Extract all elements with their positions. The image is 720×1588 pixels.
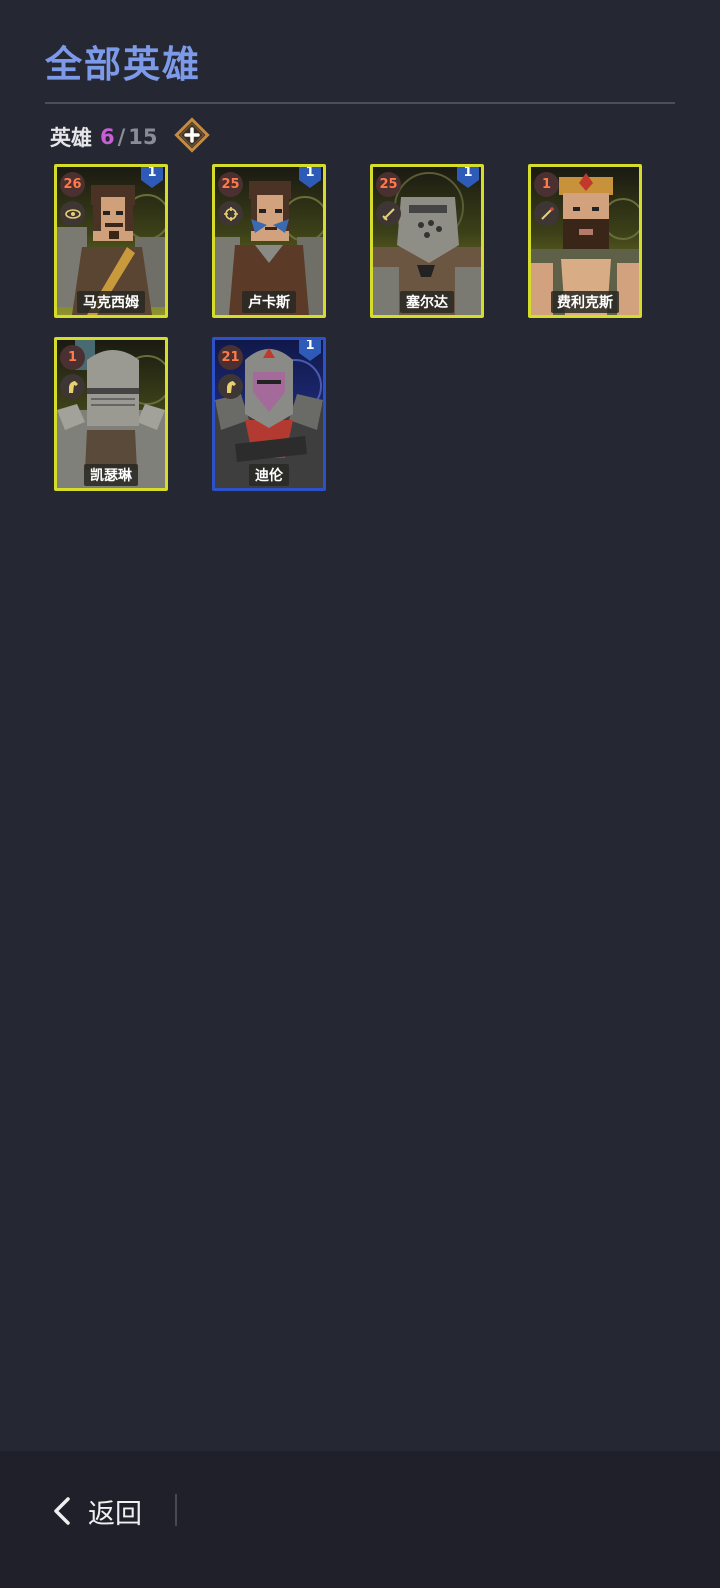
crosshair-icon <box>218 201 243 226</box>
hero-name: 费利克斯 <box>551 291 619 313</box>
sword-icon <box>376 201 401 226</box>
hero-card-lucas[interactable]: 25 1 卢卡斯 <box>212 164 326 318</box>
page-title: 全部英雄 <box>45 43 201 86</box>
horse-icon <box>60 374 85 399</box>
rank-badge: 1 <box>139 167 165 190</box>
rank-badge: 1 <box>297 340 323 363</box>
hero-level-badge: 25 <box>376 172 401 197</box>
hero-level-badge: 1 <box>60 345 85 370</box>
horse-icon <box>218 374 243 399</box>
hero-level-badge: 21 <box>218 345 243 370</box>
rank-badge: 1 <box>297 167 323 190</box>
back-label: 返回 <box>88 1498 142 1530</box>
add-hero-slot-button[interactable] <box>174 117 210 153</box>
hero-card-zelda[interactable]: 25 1 塞尔达 <box>370 164 484 318</box>
hero-name: 凯瑟琳 <box>84 464 138 486</box>
hero-name: 塞尔达 <box>400 291 454 313</box>
hero-level-badge: 1 <box>534 172 559 197</box>
header-divider <box>45 102 675 104</box>
hero-level-badge: 26 <box>60 172 85 197</box>
hero-card-dylan[interactable]: 21 1 迪伦 <box>212 337 326 491</box>
hero-name: 马克西姆 <box>77 291 145 313</box>
hero-level-badge: 25 <box>218 172 243 197</box>
eye-icon <box>60 201 85 226</box>
hero-card-felix[interactable]: 1 费利克斯 <box>528 164 642 318</box>
hero-card-maxim[interactable]: 26 1 马克西姆 <box>54 164 168 318</box>
staff-icon <box>534 201 559 226</box>
hero-name: 迪伦 <box>249 464 289 486</box>
chevron-left-icon <box>54 1497 70 1525</box>
hero-count-current: 6 <box>100 125 115 149</box>
hero-count-label: 英雄 <box>50 126 92 150</box>
rank-badge: 1 <box>455 167 481 190</box>
hero-count-max: 15 <box>128 125 158 149</box>
hero-name: 卢卡斯 <box>242 291 296 313</box>
hero-count: 英雄 6 / 15 <box>50 120 158 154</box>
footer-divider <box>175 1494 177 1526</box>
hero-count-separator: / <box>117 125 126 149</box>
back-button[interactable]: 返回 <box>52 1488 142 1534</box>
hero-card-catherine[interactable]: 1 凯瑟琳 <box>54 337 168 491</box>
